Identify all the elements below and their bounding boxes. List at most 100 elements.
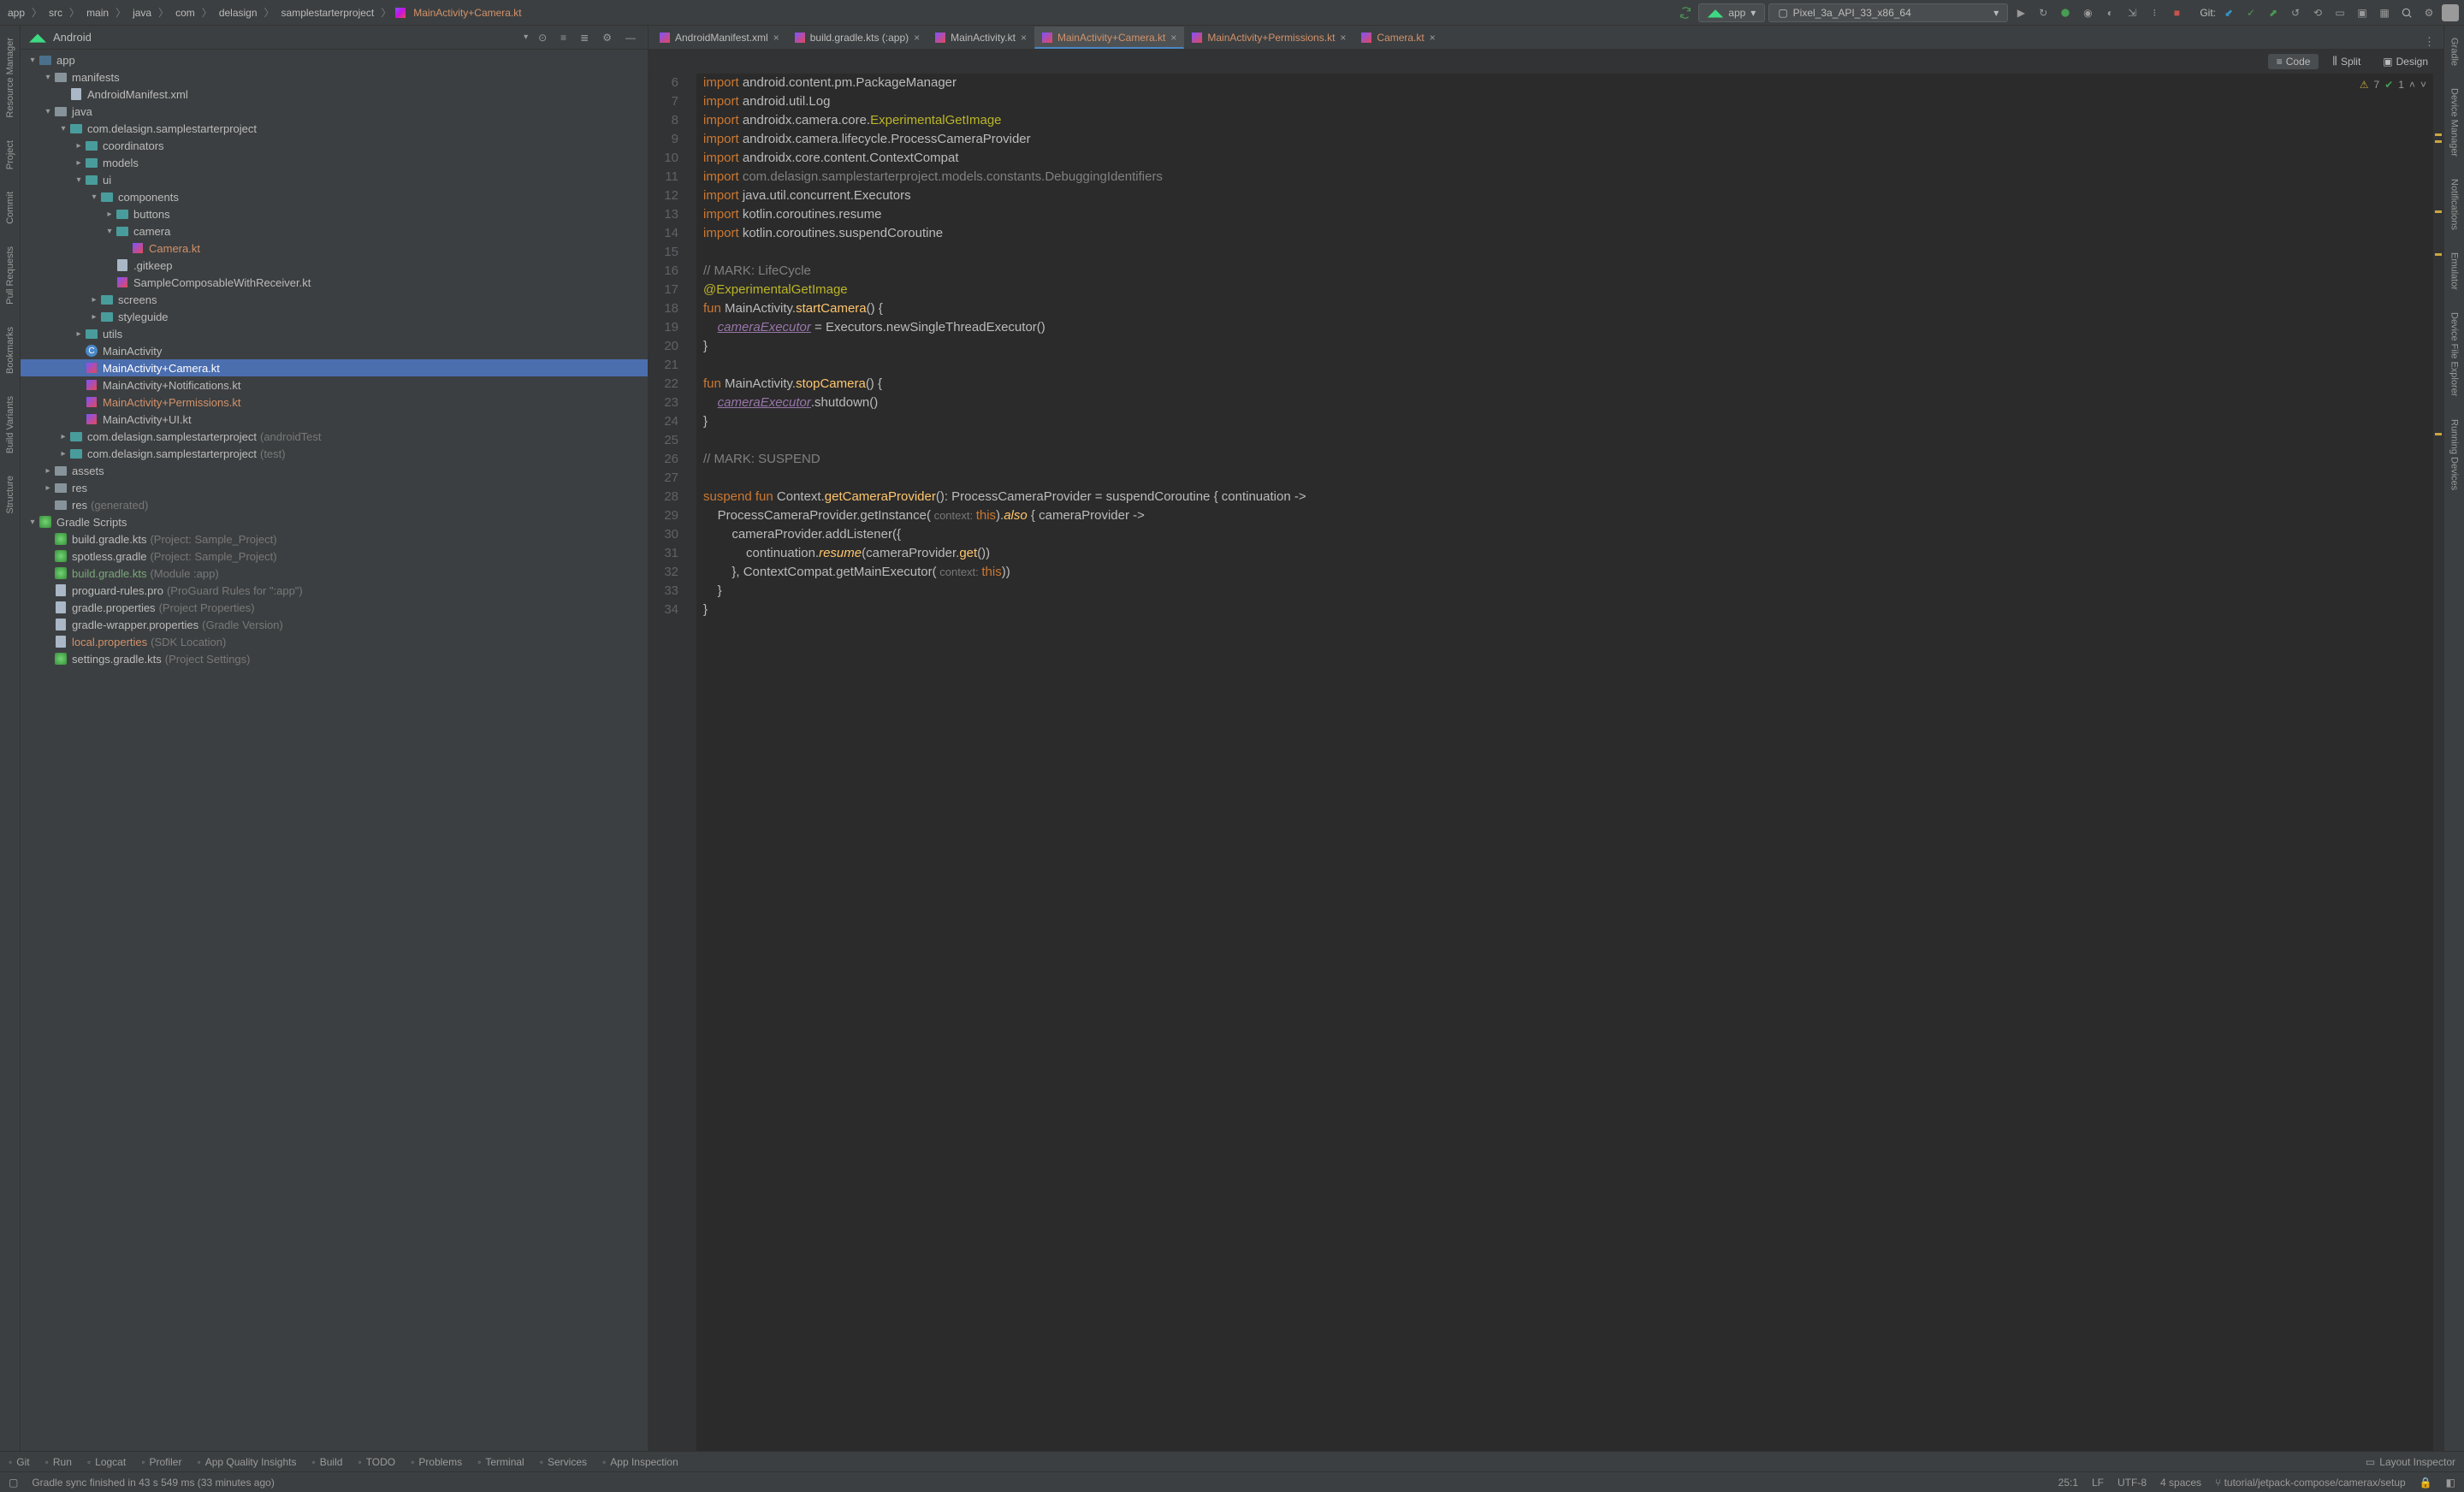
line-number[interactable]: 31 (649, 544, 678, 563)
tool-window-build-variants[interactable]: Build Variants (3, 389, 17, 460)
line-number[interactable]: 21 (649, 356, 678, 375)
tree-item[interactable]: Camera.kt (21, 240, 648, 257)
line-number[interactable]: 23 (649, 394, 678, 412)
tree-item[interactable]: local.properties(SDK Location) (21, 633, 648, 650)
line-number[interactable]: 14 (649, 224, 678, 243)
avd-icon[interactable]: ▭ (2331, 3, 2349, 22)
expand-icon[interactable]: ≡ (557, 30, 570, 45)
editor-tab[interactable]: AndroidManifest.xml× (652, 27, 787, 49)
tree-item[interactable]: ▾com.delasign.samplestarterproject (21, 120, 648, 137)
code-line[interactable]: cameraExecutor = Executors.newSingleThre… (703, 318, 2433, 337)
code-line[interactable]: } (703, 412, 2433, 431)
git-commit-icon[interactable]: ✓ (2242, 3, 2260, 22)
close-icon[interactable]: × (914, 32, 920, 44)
account-icon[interactable] (2442, 4, 2459, 21)
line-number[interactable]: 18 (649, 299, 678, 318)
chevron-icon[interactable]: ▸ (89, 295, 99, 305)
line-number[interactable]: 25 (649, 431, 678, 450)
indent[interactable]: 4 spaces (2160, 1477, 2201, 1489)
select-opened-icon[interactable]: ⊙ (535, 30, 550, 45)
tool-window-device-file-explorer[interactable]: Device File Explorer (2448, 305, 2461, 403)
tool-window-device-manager[interactable]: Device Manager (2448, 81, 2461, 163)
sync-icon[interactable] (1676, 3, 1695, 22)
rollback-icon[interactable]: ⟲ (2308, 3, 2327, 22)
chevron-icon[interactable]: ▾ (74, 175, 84, 185)
code-line[interactable]: // MARK: SUSPEND (703, 450, 2433, 469)
line-number[interactable]: 22 (649, 375, 678, 394)
marker-bar[interactable] (2433, 74, 2443, 1451)
bottom-tool-app-inspection[interactable]: ◦App Inspection (602, 1456, 678, 1468)
tree-item[interactable]: ▸buttons (21, 205, 648, 222)
breadcrumb-item[interactable]: app (5, 7, 27, 19)
tree-item[interactable]: ▸screens (21, 291, 648, 308)
chevron-icon[interactable]: ▸ (58, 432, 68, 441)
chevron-icon[interactable]: ▾ (89, 192, 99, 202)
close-icon[interactable]: × (1340, 32, 1346, 44)
tool-window-running-devices[interactable]: Running Devices (2448, 412, 2461, 497)
code-line[interactable] (703, 469, 2433, 488)
tree-item[interactable]: MainActivity+UI.kt (21, 411, 648, 428)
design-view-button[interactable]: ▣Design (2374, 54, 2437, 69)
tool-window-resource-manager[interactable]: Resource Manager (3, 31, 17, 125)
code-line[interactable]: import com.delasign.samplestarterproject… (703, 168, 2433, 186)
chevron-icon[interactable]: ▸ (43, 466, 53, 476)
code-line[interactable]: @ExperimentalGetImage (703, 281, 2433, 299)
line-number[interactable]: 10 (649, 149, 678, 168)
line-number[interactable]: 34 (649, 601, 678, 619)
code-line[interactable]: // MARK: LifeCycle (703, 262, 2433, 281)
line-number[interactable]: 20 (649, 337, 678, 356)
line-number[interactable]: 26 (649, 450, 678, 469)
code-line[interactable]: } (703, 337, 2433, 356)
tree-item[interactable]: .gitkeep (21, 257, 648, 274)
tree-item[interactable]: MainActivity+Notifications.kt (21, 376, 648, 394)
code-line[interactable]: import android.util.Log (703, 92, 2433, 111)
search-icon[interactable] (2397, 3, 2416, 22)
code-line[interactable]: fun MainActivity.startCamera() { (703, 299, 2433, 318)
stop-icon[interactable]: ■ (2167, 3, 2186, 22)
bottom-tool-todo[interactable]: ◦TODO (358, 1456, 395, 1468)
tool-window-gradle[interactable]: Gradle (2448, 31, 2461, 73)
line-number[interactable]: 17 (649, 281, 678, 299)
code-line[interactable]: cameraProvider.addListener({ (703, 525, 2433, 544)
git-pull-icon[interactable]: ⬋ (2219, 3, 2238, 22)
bottom-tool-app-quality-insights[interactable]: ◦App Quality Insights (197, 1456, 296, 1468)
lock-icon[interactable]: 🔒 (2420, 1477, 2432, 1489)
line-number[interactable]: 13 (649, 205, 678, 224)
status-more-icon[interactable]: ◧ (2446, 1477, 2455, 1489)
code-line[interactable]: import kotlin.coroutines.suspendCoroutin… (703, 224, 2433, 243)
chevron-icon[interactable]: ▾ (27, 518, 38, 527)
breadcrumb-item[interactable]: main (84, 7, 111, 19)
debug-icon[interactable] (2056, 3, 2075, 22)
breadcrumb-item[interactable]: MainActivity+Camera.kt (411, 7, 524, 19)
tree-item[interactable]: ▾camera (21, 222, 648, 240)
close-icon[interactable]: × (1021, 32, 1027, 44)
tree-item[interactable]: ▾app (21, 51, 648, 68)
tool-window-project[interactable]: Project (3, 133, 17, 176)
bottom-tool-run[interactable]: ◦Run (45, 1456, 72, 1468)
tree-item[interactable]: CMainActivity (21, 342, 648, 359)
tree-item[interactable]: ▾manifests (21, 68, 648, 86)
tree-item[interactable]: ▸coordinators (21, 137, 648, 154)
code-text[interactable]: import android.content.pm.PackageManager… (696, 74, 2433, 1451)
line-number[interactable]: 9 (649, 130, 678, 149)
code-line[interactable]: import kotlin.coroutines.resume (703, 205, 2433, 224)
bottom-tool-services[interactable]: ◦Services (540, 1456, 587, 1468)
code-line[interactable]: import android.content.pm.PackageManager (703, 74, 2433, 92)
breadcrumb-item[interactable]: samplestarterproject (279, 7, 377, 19)
editor-tab[interactable]: build.gradle.kts (:app)× (787, 27, 927, 49)
chevron-icon[interactable]: ▾ (43, 107, 53, 116)
encoding[interactable]: UTF-8 (2118, 1477, 2147, 1489)
line-number[interactable]: 30 (649, 525, 678, 544)
tree-item[interactable]: ▸com.delasign.samplestarterproject(test) (21, 445, 648, 462)
settings-icon[interactable]: ⚙ (2420, 3, 2438, 22)
git-branch[interactable]: ⑂ tutorial/jetpack-compose/camerax/setup (2215, 1477, 2406, 1489)
code-line[interactable]: continuation.resume(cameraProvider.get()… (703, 544, 2433, 563)
bottom-tool-git[interactable]: ◦Git (9, 1456, 30, 1468)
chevron-icon[interactable]: ▸ (74, 141, 84, 151)
line-number[interactable]: 16 (649, 262, 678, 281)
editor-body[interactable]: ⚠7 ✔1 ˄ ˅ 678910111213141516171819202122… (649, 74, 2443, 1451)
tree-item[interactable]: ▸styleguide (21, 308, 648, 325)
more-run-icon[interactable]: ⁝ (2145, 3, 2164, 22)
code-line[interactable]: ProcessCameraProvider.getInstance( conte… (703, 506, 2433, 525)
tool-window-notifications[interactable]: Notifications (2448, 172, 2461, 237)
